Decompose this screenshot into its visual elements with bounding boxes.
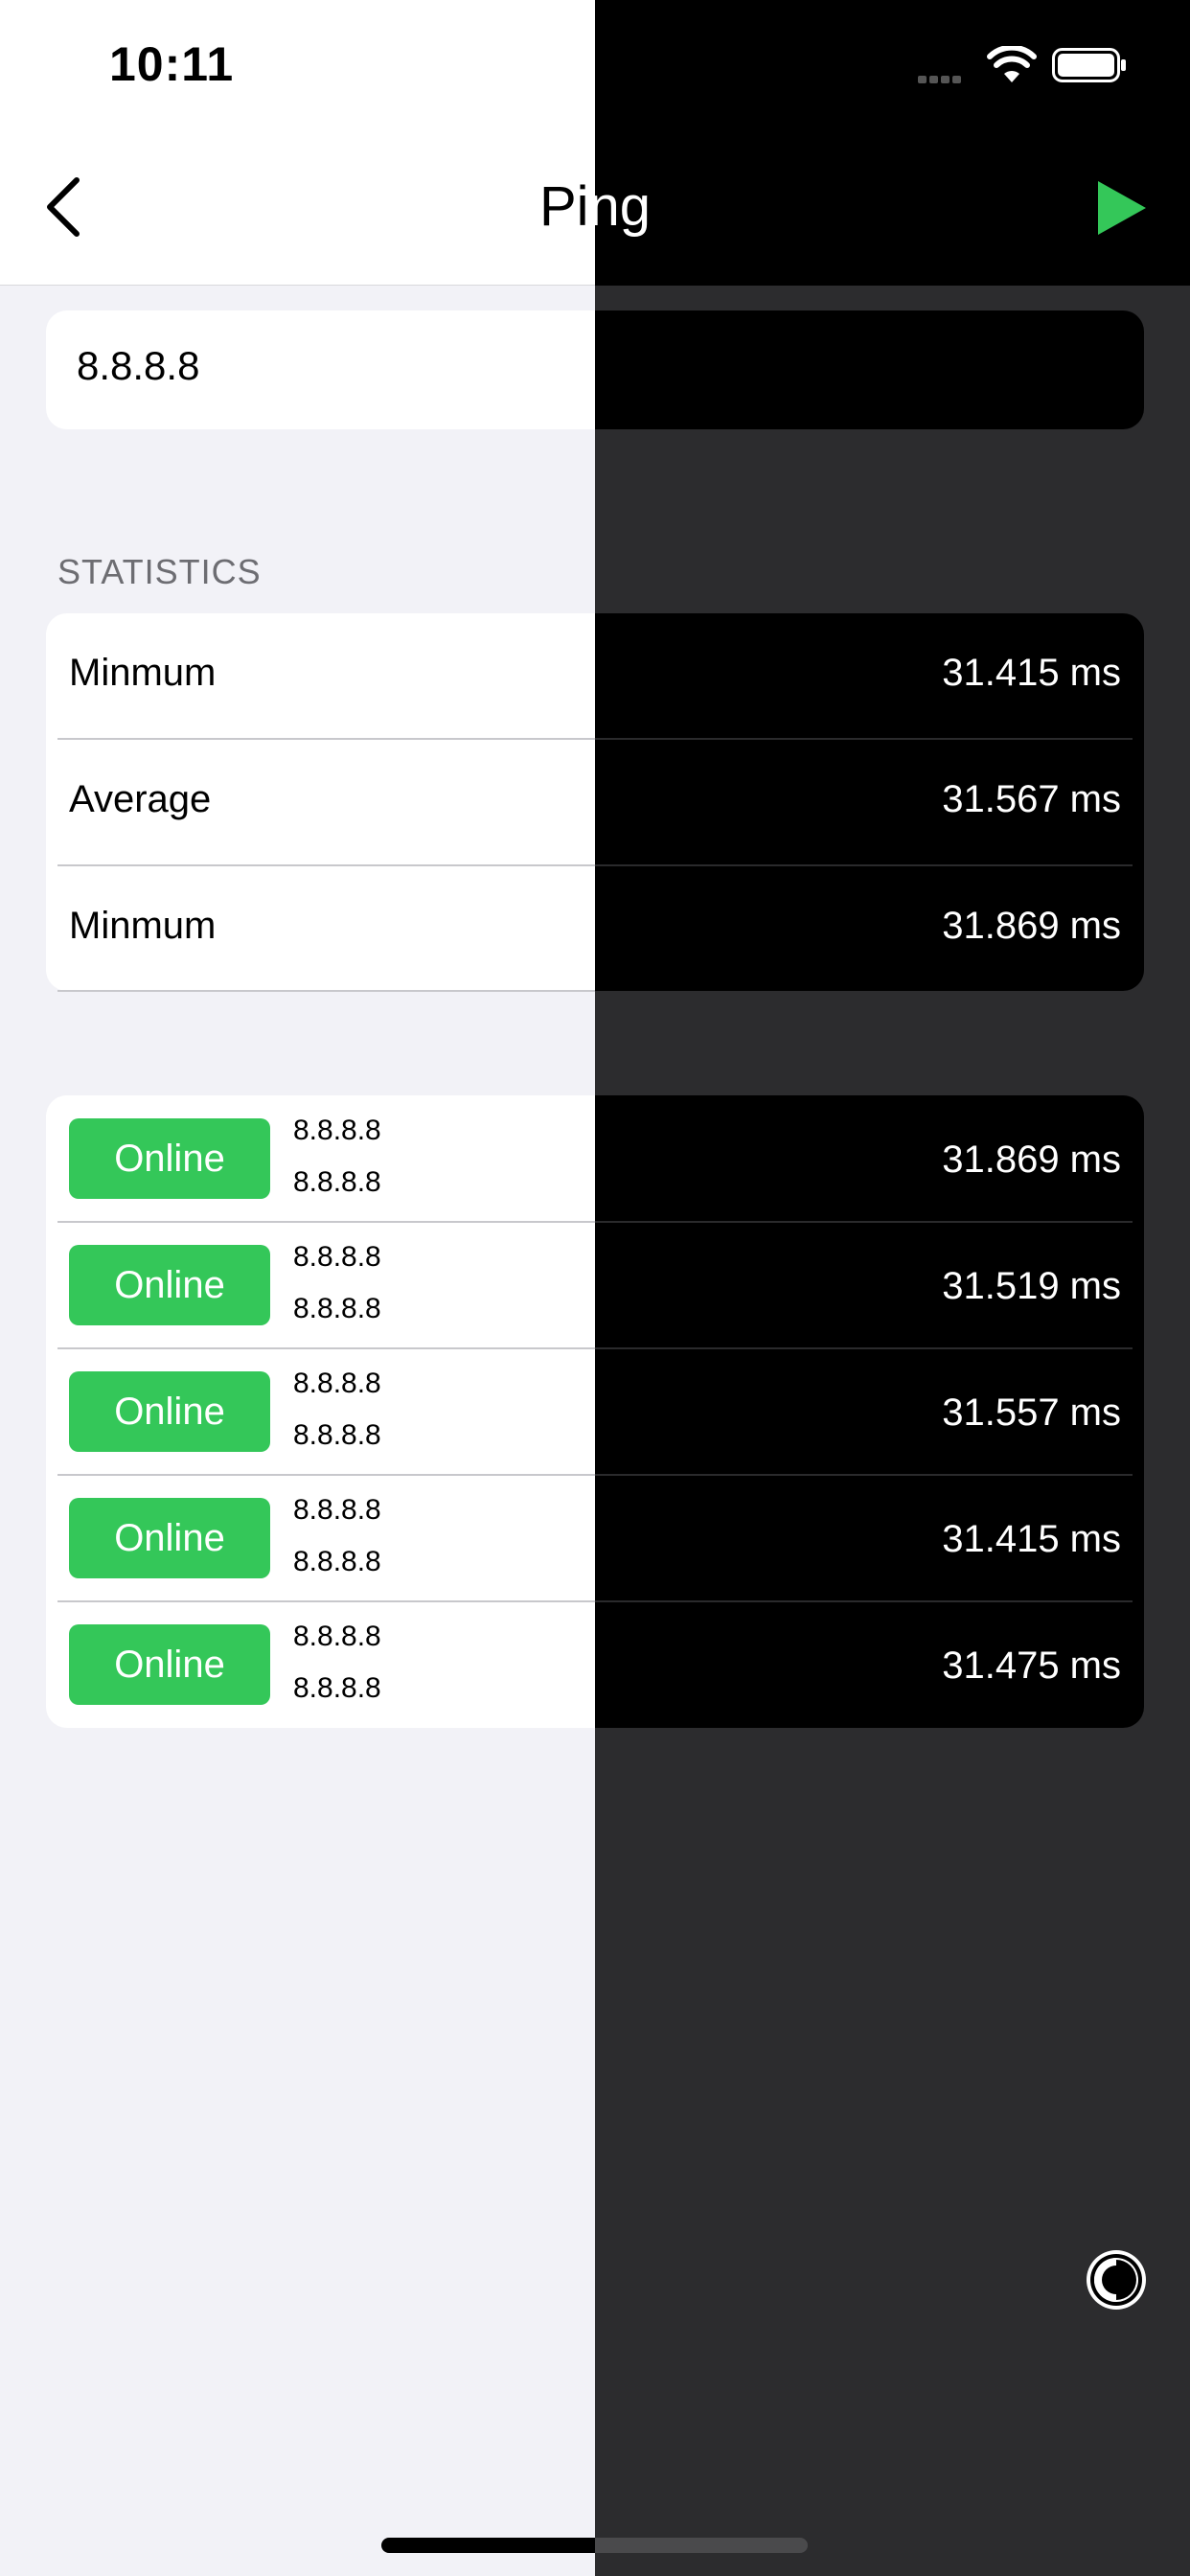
- divider: [57, 738, 595, 740]
- stat-label-avg: Average: [69, 778, 212, 820]
- home-indicator: [381, 2538, 595, 2553]
- cellular-signal-icon: [918, 71, 973, 83]
- result-time: 31.557 ms: [942, 1392, 1121, 1434]
- result-ip: 8.8.8.8: [293, 1494, 381, 1526]
- stat-label-min: Minmum: [69, 652, 217, 694]
- divider: [57, 864, 595, 866]
- result-host: 8.8.8.8: [293, 1672, 381, 1704]
- nav-bar-dark: [595, 0, 1190, 286]
- result-host: 8.8.8.8: [293, 1546, 381, 1577]
- result-ip: 8.8.8.8: [293, 1241, 381, 1273]
- result-time: 31.869 ms: [942, 1138, 1121, 1181]
- result-host: 8.8.8.8: [293, 1293, 381, 1324]
- status-badge: Online: [69, 1371, 270, 1452]
- result-time: 31.415 ms: [942, 1518, 1121, 1560]
- home-indicator: [595, 2538, 808, 2553]
- result-time: 31.475 ms: [942, 1644, 1121, 1687]
- stat-label-max: Minmum: [69, 905, 217, 947]
- divider: [57, 1474, 595, 1476]
- divider: [595, 1347, 1133, 1349]
- page-title: Ping: [0, 174, 1190, 239]
- status-badge: Online: [69, 1624, 270, 1705]
- host-input[interactable]: 8.8.8.8: [77, 343, 199, 389]
- status-badge: Online: [69, 1118, 270, 1199]
- result-host: 8.8.8.8: [293, 1166, 381, 1198]
- title-light-part: Pi: [538, 175, 589, 238]
- divider: [57, 1347, 595, 1349]
- stat-value-min: 31.415 ms: [942, 652, 1121, 694]
- result-ip: 8.8.8.8: [293, 1621, 381, 1652]
- divider: [57, 1221, 595, 1223]
- title-dark-part: ng: [588, 175, 652, 238]
- divider: [595, 1600, 1133, 1602]
- stat-value-max: 31.869 ms: [942, 905, 1121, 947]
- stat-value-avg: 31.567 ms: [942, 778, 1121, 820]
- divider: [595, 1474, 1133, 1476]
- theme-toggle-icon[interactable]: [1085, 2248, 1148, 2312]
- result-ip: 8.8.8.8: [293, 1368, 381, 1399]
- status-time: 10:11: [109, 37, 235, 91]
- divider: [595, 1221, 1133, 1223]
- play-icon[interactable]: [1094, 178, 1148, 238]
- status-badge: Online: [69, 1498, 270, 1578]
- divider: [57, 990, 595, 992]
- host-input-card[interactable]: [46, 310, 1144, 429]
- wifi-icon: [987, 46, 1037, 82]
- divider: [595, 864, 1133, 866]
- battery-icon: [1052, 48, 1126, 82]
- divider: [595, 738, 1133, 740]
- result-time: 31.519 ms: [942, 1265, 1121, 1307]
- statistics-header: STATISTICS: [57, 552, 262, 591]
- divider: [57, 1600, 595, 1602]
- status-badge: Online: [69, 1245, 270, 1325]
- result-ip: 8.8.8.8: [293, 1115, 381, 1146]
- result-host: 8.8.8.8: [293, 1419, 381, 1451]
